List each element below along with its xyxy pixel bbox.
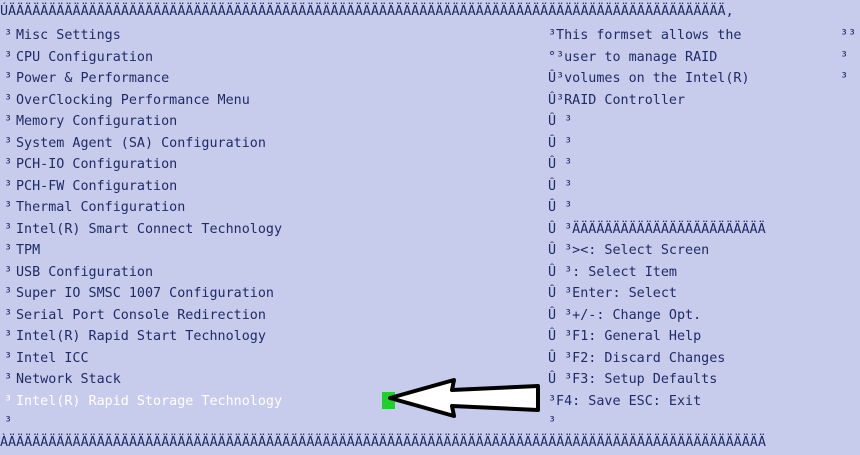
right-edge-mark: ³	[840, 71, 849, 86]
menu-item-label: Network Stack	[16, 372, 121, 387]
help-line: Û ³	[548, 200, 573, 215]
menu-item[interactable]: ³ Power & Performance	[4, 68, 169, 90]
menu-item-label: TPM	[16, 243, 41, 258]
menu-bullet-mark: ³	[4, 286, 13, 301]
menu-item-label: Intel(R) Rapid Storage Technology	[16, 393, 283, 409]
menu-item-label: PCH-FW Configuration	[16, 178, 178, 194]
bottom-border: ÀÄÄÄÄÄÄÄÄÄÄÄÄÄÄÄÄÄÄÄÄÄÄÄÄÄÄÄÄÄÄÄÄÄÄÄÄÄÄÄ…	[0, 435, 766, 450]
menu-item[interactable]: ³ Intel(R) Rapid Storage Technology	[4, 391, 282, 413]
help-line: Û ³	[548, 135, 573, 151]
menu-item-label: Intel ICC	[16, 350, 89, 366]
menu-item-label: Misc Settings	[16, 28, 121, 43]
menu-bullet-mark: ³	[4, 49, 13, 65]
menu-item[interactable]: ³ Super IO SMSC 1007 Configuration	[4, 283, 274, 305]
menu-bullet-mark: ³	[4, 393, 13, 409]
menu-item[interactable]: ³ Thermal Configuration	[4, 197, 185, 219]
menu-bullet-mark: ³	[4, 157, 13, 172]
menu-bullet-mark: ³	[4, 264, 13, 280]
menu-item-label: Intel(R) Rapid Start Technology	[16, 329, 266, 344]
help-line: Û ³: Select Item	[548, 264, 677, 280]
menu-item-label: System Agent (SA) Configuration	[16, 135, 266, 151]
help-line: Û ³F2: Discard Changes	[548, 350, 726, 366]
menu-bullet-mark: ³	[4, 92, 13, 108]
help-line: Û ³	[548, 178, 573, 194]
menu-bullet-mark: ³	[4, 221, 13, 237]
menu-item[interactable]: ³ Misc Settings	[4, 25, 121, 47]
help-line: Û ³ÄÄÄÄÄÄÄÄÄÄÄÄÄÄÄÄÄÄÄÄÄÄÄÄ	[548, 221, 766, 237]
bios-setup-screen: ÚÄÄÄÄÄÄÄÄÄÄÄÄÄÄÄÄÄÄÄÄÄÄÄÄÄÄÄÄÄÄÄÄÄÄÄÄÄÄÄ…	[0, 0, 860, 455]
top-border: ÚÄÄÄÄÄÄÄÄÄÄÄÄÄÄÄÄÄÄÄÄÄÄÄÄÄÄÄÄÄÄÄÄÄÄÄÄÄÄÄ…	[0, 4, 734, 19]
menu-item-label: Thermal Configuration	[16, 200, 186, 215]
menu-item-label: OverClocking Performance Menu	[16, 92, 250, 108]
menu-item[interactable]: ³ System Agent (SA) Configuration	[4, 133, 266, 155]
menu-bullet-mark: ³	[4, 71, 13, 86]
help-line: Û ³F3: Setup Defaults	[548, 372, 718, 387]
help-line: Û ³	[548, 157, 573, 172]
menu-trailing-mark: ³	[4, 415, 13, 430]
menu-item[interactable]: ³ OverClocking Performance Menu	[4, 90, 250, 112]
menu-bullet-mark: ³	[4, 350, 13, 366]
menu-item-label: CPU Configuration	[16, 49, 154, 65]
menu-bullet-mark: ³	[4, 243, 13, 258]
menu-item[interactable]: ³ CPU Configuration	[4, 47, 153, 69]
menu-item-label: Serial Port Console Redirection	[16, 307, 266, 323]
left-arrow-icon	[388, 378, 540, 418]
menu-bullet-mark: ³	[4, 372, 13, 387]
help-line: Û ³	[548, 114, 573, 129]
menu-item[interactable]: ³ PCH-FW Configuration	[4, 176, 177, 198]
help-line: ³This formset allows the	[548, 28, 742, 43]
help-line: °³user to manage RAID	[548, 49, 718, 65]
menu-item-label: Memory Configuration	[16, 114, 178, 129]
help-line: Û ³+/-: Change Opt.	[548, 307, 702, 323]
menu-bullet-mark: ³	[4, 178, 13, 194]
right-edge-mark: ³	[840, 49, 849, 65]
help-line: Û³volumes on the Intel(R)	[548, 71, 750, 86]
menu-item[interactable]: ³ Memory Configuration	[4, 111, 177, 133]
menu-item-label: Power & Performance	[16, 71, 170, 86]
menu-item-label: PCH-IO Configuration	[16, 157, 178, 172]
help-line: Û ³F1: General Help	[548, 329, 702, 344]
menu-item[interactable]: ³ TPM	[4, 240, 40, 262]
menu-item[interactable]: ³ Intel(R) Smart Connect Technology	[4, 219, 282, 241]
menu-bullet-mark: ³	[4, 307, 13, 323]
menu-bullet-mark: ³	[4, 135, 13, 151]
menu-bullet-mark: ³	[4, 28, 13, 43]
help-line: Û ³><: Select Screen	[548, 243, 710, 258]
menu-item-label: Super IO SMSC 1007 Configuration	[16, 286, 274, 301]
right-edge-mark: ³³	[840, 28, 857, 43]
menu-item[interactable]: ³ Network Stack	[4, 369, 121, 391]
menu-item[interactable]: ³ Intel(R) Rapid Start Technology	[4, 326, 266, 348]
menu-bullet-mark: ³	[4, 114, 13, 129]
help-line: Û³RAID Controller	[548, 92, 686, 108]
help-line: ³F4: Save ESC: Exit	[548, 393, 702, 409]
menu-item[interactable]: ³ USB Configuration	[4, 262, 153, 284]
menu-item[interactable]: ³ Intel ICC	[4, 348, 89, 370]
menu-bullet-mark: ³	[4, 200, 13, 215]
menu-item[interactable]: ³ Serial Port Console Redirection	[4, 305, 266, 327]
menu-item-label: Intel(R) Smart Connect Technology	[16, 221, 283, 237]
menu-item[interactable]: ³ PCH-IO Configuration	[4, 154, 177, 176]
menu-bullet-mark: ³	[4, 329, 13, 344]
menu-item-label: USB Configuration	[16, 264, 154, 280]
help-line: Û ³Enter: Select	[548, 286, 677, 301]
help-line: ³	[548, 415, 557, 430]
